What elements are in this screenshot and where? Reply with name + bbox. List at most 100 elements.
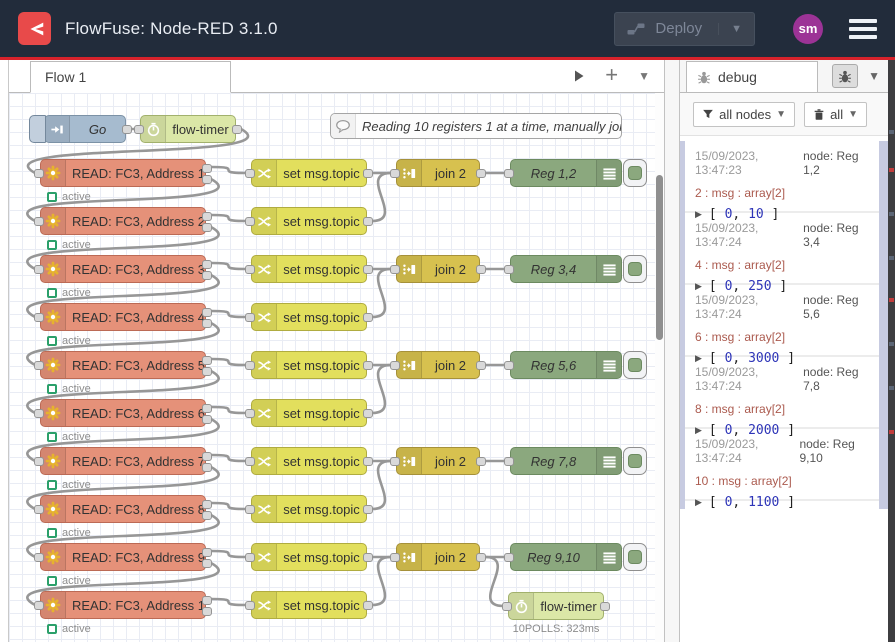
node-change-s1[interactable]: set msg.topic <box>251 159 367 187</box>
tab-list-caret-icon[interactable]: ▼ <box>638 69 650 83</box>
wire[interactable] <box>372 365 391 413</box>
output-port[interactable] <box>363 169 373 178</box>
expand-payload-icon[interactable]: ▶ <box>695 353 702 364</box>
node-change-s6[interactable]: set msg.topic <box>251 399 367 427</box>
wire[interactable] <box>372 557 391 605</box>
wire[interactable] <box>372 269 391 317</box>
node-debug-d7[interactable]: Reg 7,8 <box>510 447 622 475</box>
output-port[interactable] <box>363 601 373 610</box>
output-port[interactable] <box>232 125 242 134</box>
debug-toggle-button[interactable] <box>623 447 647 475</box>
output-port-2[interactable] <box>202 511 212 520</box>
output-port-1[interactable] <box>202 212 212 221</box>
input-port[interactable] <box>245 457 255 466</box>
input-port[interactable] <box>34 553 44 562</box>
node-debug-d1[interactable]: Reg 1,2 <box>510 159 622 187</box>
tab-flow-1[interactable]: Flow 1 <box>30 61 231 93</box>
expand-payload-icon[interactable]: ▶ <box>695 281 702 292</box>
wire[interactable] <box>485 557 503 606</box>
output-port-2[interactable] <box>202 175 212 184</box>
node-modbus-read-r10[interactable]: READ: FC3, Address 10active <box>40 591 206 619</box>
input-port[interactable] <box>390 169 400 178</box>
node-modbus-read-r4[interactable]: READ: FC3, Address 4active <box>40 303 206 331</box>
output-port[interactable] <box>363 505 373 514</box>
node-modbus-read-r7[interactable]: READ: FC3, Address 7active <box>40 447 206 475</box>
input-port[interactable] <box>245 553 255 562</box>
debug-message-list[interactable]: 15/09/2023, 13:47:23node: Reg 1,22 : msg… <box>680 136 888 642</box>
output-port-2[interactable] <box>202 223 212 232</box>
canvas-scrollbar[interactable] <box>655 93 664 642</box>
input-port[interactable] <box>504 361 514 370</box>
node-join-j5[interactable]: join 2 <box>396 351 480 379</box>
flow-canvas[interactable]: Goflow-timerReading 10 registers 1 at a … <box>9 93 655 642</box>
input-port[interactable] <box>390 361 400 370</box>
output-port-2[interactable] <box>202 559 212 568</box>
node-modbus-read-r1[interactable]: READ: FC3, Address 1active <box>40 159 206 187</box>
node-change-s7[interactable]: set msg.topic <box>251 447 367 475</box>
menu-icon[interactable] <box>849 19 877 39</box>
wire[interactable] <box>211 599 246 605</box>
output-port[interactable] <box>363 313 373 322</box>
clear-messages-button[interactable]: all ▼ <box>804 102 867 127</box>
output-port-1[interactable] <box>202 356 212 365</box>
node-change-s4[interactable]: set msg.topic <box>251 303 367 331</box>
input-port[interactable] <box>34 169 44 178</box>
input-port[interactable] <box>34 601 44 610</box>
node-change-s9[interactable]: set msg.topic <box>251 543 367 571</box>
node-join-j3[interactable]: join 2 <box>396 255 480 283</box>
debug-message[interactable]: 15/09/2023, 13:47:24node: Reg 9,1010 : m… <box>685 429 879 501</box>
input-port[interactable] <box>245 217 255 226</box>
node-join-j1[interactable]: join 2 <box>396 159 480 187</box>
input-port[interactable] <box>34 313 44 322</box>
output-port-2[interactable] <box>202 319 212 328</box>
output-port[interactable] <box>363 265 373 274</box>
debug-toggle-button[interactable] <box>623 255 647 283</box>
input-port[interactable] <box>390 457 400 466</box>
input-port[interactable] <box>34 505 44 514</box>
input-port[interactable] <box>34 409 44 418</box>
inject-button[interactable] <box>29 115 46 143</box>
input-port[interactable] <box>390 553 400 562</box>
debug-message[interactable]: 15/09/2023, 13:47:24node: Reg 5,66 : msg… <box>685 285 879 357</box>
input-port[interactable] <box>245 409 255 418</box>
filter-nodes-button[interactable]: all nodes ▼ <box>693 102 795 127</box>
output-port-1[interactable] <box>202 260 212 269</box>
node-debug-d5[interactable]: Reg 5,6 <box>510 351 622 379</box>
debug-message[interactable]: 15/09/2023, 13:47:24node: Reg 3,44 : msg… <box>685 213 879 285</box>
expand-payload-icon[interactable]: ▶ <box>695 497 702 508</box>
input-port[interactable] <box>504 553 514 562</box>
output-port[interactable] <box>363 217 373 226</box>
node-link-ltop[interactable]: flow-timer <box>140 115 236 143</box>
output-port[interactable] <box>600 602 610 611</box>
input-port[interactable] <box>34 361 44 370</box>
output-port-2[interactable] <box>202 607 212 616</box>
node-change-s10[interactable]: set msg.topic <box>251 591 367 619</box>
output-port-1[interactable] <box>202 308 212 317</box>
input-port[interactable] <box>34 457 44 466</box>
wire[interactable] <box>211 215 246 221</box>
output-port-2[interactable] <box>202 367 212 376</box>
debug-message[interactable]: 15/09/2023, 13:47:24node: Reg 7,88 : msg… <box>685 357 879 429</box>
input-port[interactable] <box>245 169 255 178</box>
add-flow-icon[interactable]: + <box>605 64 618 86</box>
output-port-1[interactable] <box>202 500 212 509</box>
deploy-button[interactable]: Deploy ▼ <box>614 12 755 46</box>
node-join-j9[interactable]: join 2 <box>396 543 480 571</box>
output-port[interactable] <box>363 553 373 562</box>
sidebar-splitter[interactable] <box>664 60 680 642</box>
output-port[interactable] <box>476 361 486 370</box>
tab-debug[interactable]: debug <box>686 61 818 92</box>
avatar[interactable]: sm <box>793 14 823 44</box>
input-port[interactable] <box>134 125 144 134</box>
output-port[interactable] <box>476 169 486 178</box>
output-port-1[interactable] <box>202 548 212 557</box>
output-port[interactable] <box>363 409 373 418</box>
expand-payload-icon[interactable]: ▶ <box>695 209 702 220</box>
sidebar-menu-caret-icon[interactable]: ▼ <box>864 69 884 83</box>
node-modbus-read-r3[interactable]: READ: FC3, Address 3active <box>40 255 206 283</box>
node-change-s2[interactable]: set msg.topic <box>251 207 367 235</box>
node-change-s5[interactable]: set msg.topic <box>251 351 367 379</box>
node-debug-d3[interactable]: Reg 3,4 <box>510 255 622 283</box>
input-port[interactable] <box>34 217 44 226</box>
input-port[interactable] <box>390 265 400 274</box>
